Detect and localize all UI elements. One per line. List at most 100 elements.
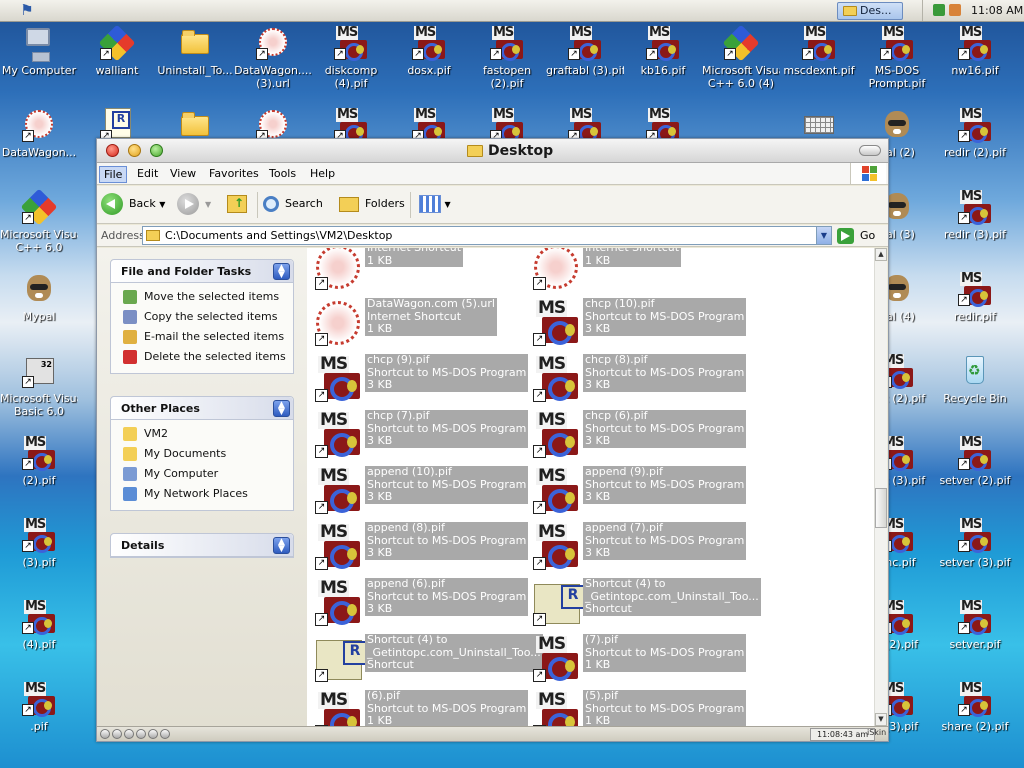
- desktop-icon[interactable]: MS ↗ mscdexnt.pif: [780, 26, 858, 100]
- desktop-icon[interactable]: MS ↗ fastopen (2).pif: [468, 26, 546, 100]
- task-link[interactable]: Delete the selected items: [111, 347, 293, 367]
- desktop-icon[interactable]: MS ↗ graftabl (3).pif: [546, 26, 624, 100]
- start-button[interactable]: ⚑: [16, 2, 38, 19]
- shortcut-arrow-icon: ↗: [568, 48, 580, 60]
- task-link[interactable]: VM2: [111, 424, 293, 444]
- desktop-icon[interactable]: MS ↗ redir (2).pif: [936, 108, 1014, 182]
- vertical-scrollbar[interactable]: ▲ ▼: [874, 248, 887, 726]
- desktop-icon[interactable]: MS ↗ redir (3).pif: [936, 190, 1014, 264]
- task-pane-header[interactable]: Details ▲ ▼: [111, 534, 293, 557]
- network-tray-icon[interactable]: [933, 4, 945, 16]
- desktop-icon[interactable]: ↗ Microsoft Visual C++ 6.0: [0, 188, 78, 264]
- file-item[interactable]: ↗Shortcut (4) to_Getintopc.com_Uninstall…: [527, 577, 761, 628]
- folders-button[interactable]: Folders: [339, 190, 405, 218]
- task-link[interactable]: My Documents: [111, 444, 293, 464]
- menu-tools[interactable]: Tools: [265, 166, 300, 183]
- file-item[interactable]: ↗Shortcut (4) to_Getintopc.com_Uninstall…: [309, 633, 543, 684]
- scroll-thumb[interactable]: [875, 488, 887, 528]
- file-item[interactable]: ↗ Internet Shortcut1 KB: [309, 248, 529, 292]
- go-button[interactable]: Go: [837, 226, 883, 245]
- collapse-chevron-icon[interactable]: ▲ ▼: [273, 400, 290, 417]
- file-item[interactable]: MS ↗ chcp (6).pif Shortcut to MS-DOS Progra…: [527, 409, 747, 460]
- title-bar[interactable]: Desktop: [97, 139, 888, 163]
- desktop-icon[interactable]: My Computer: [0, 26, 78, 100]
- media-button[interactable]: [136, 729, 146, 739]
- desktop-icon[interactable]: MS ↗ redir.pif: [936, 272, 1014, 346]
- views-button[interactable]: ▼: [419, 190, 451, 218]
- desktop-icon[interactable]: MS ↗ setver.pif: [936, 600, 1014, 674]
- collapse-chevron-icon[interactable]: ▲ ▼: [273, 537, 290, 554]
- task-link[interactable]: Move the selected items: [111, 287, 293, 307]
- media-button[interactable]: [124, 729, 134, 739]
- file-item[interactable]: MS ↗ chcp (10).pif Shortcut to MS-DOS Progr…: [527, 297, 747, 348]
- desktop-icon[interactable]: MS ↗ kb16.pif: [624, 26, 702, 100]
- file-item[interactable]: MS ↗ chcp (9).pif Shortcut to MS-DOS Progra…: [309, 353, 529, 404]
- app-tray-icon[interactable]: [949, 4, 961, 16]
- keyboard-icon: [804, 116, 834, 134]
- desktop-icon[interactable]: MS ↗ nw16.pif: [936, 26, 1014, 100]
- collapse-chevron-icon[interactable]: ▲ ▼: [273, 263, 290, 280]
- file-item[interactable]: MS ↗ chcp (7).pif Shortcut to MS-DOS Progra…: [309, 409, 529, 460]
- minimize-button[interactable]: [128, 144, 141, 157]
- address-dropdown-button[interactable]: ▼: [816, 227, 831, 244]
- media-button[interactable]: [160, 729, 170, 739]
- menu-edit[interactable]: Edit: [133, 166, 162, 183]
- desktop-icon[interactable]: Uninstall_To...: [156, 26, 234, 100]
- scroll-up-button[interactable]: ▲: [875, 248, 887, 261]
- desktop-icon[interactable]: MS ↗ (2).pif: [0, 436, 78, 510]
- desktop-icon[interactable]: MS ↗ setver (3).pif: [936, 518, 1014, 592]
- file-item[interactable]: MS ↗ append (9).pif Shortcut to MS-DOS Prog…: [527, 465, 747, 516]
- up-folder-button[interactable]: ↑: [227, 190, 247, 218]
- desktop-icon[interactable]: MS ↗ (3).pif: [0, 518, 78, 592]
- media-button[interactable]: [100, 729, 110, 739]
- media-button[interactable]: [112, 729, 122, 739]
- file-item[interactable]: MS ↗ append (8).pif Shortcut to MS-DOS Prog…: [309, 521, 529, 572]
- desktop-icon[interactable]: MS ↗ MS-DOS Prompt.pif: [858, 26, 936, 100]
- desktop-icon[interactable]: MS ↗ (4).pif: [0, 600, 78, 674]
- desktop-icon[interactable]: MS ↗ diskcomp (4).pif: [312, 26, 390, 100]
- file-item[interactable]: MS ↗ append (6).pif Shortcut to MS-DOS Prog…: [309, 577, 529, 628]
- task-pane-header[interactable]: Other Places ▲ ▼: [111, 397, 293, 420]
- desktop-icon[interactable]: ↗ DataWagon.... (3).url: [234, 26, 312, 100]
- close-button[interactable]: [106, 144, 119, 157]
- media-button[interactable]: [148, 729, 158, 739]
- file-item[interactable]: MS ↗ chcp (8).pif Shortcut to MS-DOS Progra…: [527, 353, 747, 404]
- desktop-icon[interactable]: ↗ Microsoft Visual C++ 6.0 (4): [702, 24, 780, 100]
- clock[interactable]: 11:08 AM: [971, 4, 1023, 17]
- desktop-icon[interactable]: ↗ walliant: [78, 24, 156, 100]
- task-link[interactable]: My Network Places: [111, 484, 293, 504]
- desktop-icon[interactable]: Mypal: [0, 272, 78, 346]
- scroll-down-button[interactable]: ▼: [875, 713, 887, 726]
- file-item[interactable]: MS↗(5).pifShortcut to MS-DOS Program1 KB: [527, 689, 747, 726]
- toolbar-toggle-button[interactable]: [859, 145, 881, 156]
- menu-view[interactable]: View: [166, 166, 200, 183]
- task-link[interactable]: My Computer: [111, 464, 293, 484]
- file-name: append (9).pif: [585, 465, 663, 478]
- file-item[interactable]: ↗ DataWagon.com (5).url Internet Shortcut 1…: [309, 297, 529, 348]
- desktop-icon[interactable]: MS ↗ setver (2).pif: [936, 436, 1014, 510]
- file-item[interactable]: MS↗(6).pifShortcut to MS-DOS Program1 KB: [309, 689, 529, 726]
- taskbar-button-desktop[interactable]: Des...: [837, 2, 903, 20]
- desktop-icon[interactable]: ↗ Microsoft VisualBasic 6.0: [0, 354, 78, 428]
- desktop-icon[interactable]: Recycle Bin: [936, 354, 1014, 428]
- menu-file[interactable]: File: [99, 166, 128, 183]
- search-button[interactable]: Search: [263, 190, 323, 218]
- desktop-icon[interactable]: ↗ DataWagon...: [0, 108, 78, 182]
- desktop-icon[interactable]: MS ↗ share (2).pif: [936, 682, 1014, 756]
- file-list[interactable]: ↗ Internet Shortcut1 KB ↗ Internet Shortcut…: [307, 248, 874, 726]
- task-pane-header[interactable]: File and Folder Tasks ▲ ▼: [111, 260, 293, 283]
- file-item[interactable]: MS ↗ append (7).pif Shortcut to MS-DOS Prog…: [527, 521, 747, 572]
- file-item[interactable]: ↗ Internet Shortcut1 KB: [527, 248, 747, 292]
- menu-help[interactable]: Help: [306, 166, 339, 183]
- task-link[interactable]: Copy the selected items: [111, 307, 293, 327]
- file-item[interactable]: MS ↗ (7).pif Shortcut to MS-DOS Program 1 KB: [527, 633, 747, 684]
- desktop-icon[interactable]: MS ↗ .pif: [0, 682, 78, 756]
- forward-button[interactable]: ▼: [177, 190, 211, 218]
- task-link[interactable]: E-mail the selected items: [111, 327, 293, 347]
- file-item[interactable]: MS ↗ append (10).pif Shortcut to MS-DOS Pro…: [309, 465, 529, 516]
- desktop-icon[interactable]: MS ↗ dosx.pif: [390, 26, 468, 100]
- maximize-button[interactable]: [150, 144, 163, 157]
- address-input[interactable]: C:\Documents and Settings\VM2\Desktop ▼: [142, 226, 832, 245]
- back-button[interactable]: Back ▼: [101, 190, 165, 218]
- menu-favorites[interactable]: Favorites: [205, 166, 263, 183]
